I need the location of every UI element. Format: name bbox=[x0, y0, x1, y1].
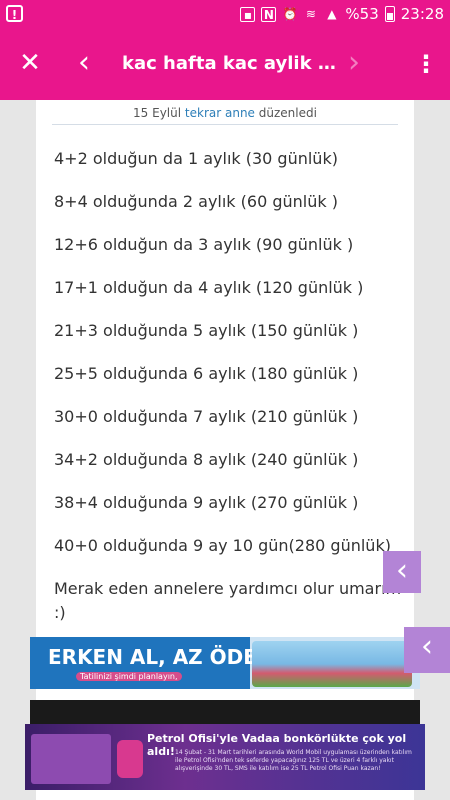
edit-action: düzenledi bbox=[258, 106, 317, 120]
close-icon[interactable]: ✕ bbox=[16, 49, 44, 77]
post-line: 17+1 olduğun da 4 aylık (120 günlük ) bbox=[54, 278, 364, 297]
app-toolbar: ✕ ‹ kac hafta kac aylik oluyo... › ⋮ bbox=[0, 30, 450, 100]
post-line: 25+5 olduğunda 6 aylık (180 günlük ) bbox=[54, 364, 359, 383]
wifi-icon: ≋ bbox=[305, 6, 316, 21]
post-line: 34+2 olduğunda 8 aylık (240 günlük ) bbox=[54, 450, 359, 469]
back-icon[interactable]: ‹ bbox=[78, 48, 100, 80]
divider bbox=[52, 124, 398, 125]
post-page[interactable]: 15 Eylül tekrar anne düzenledi 4+2 olduğ… bbox=[0, 100, 450, 800]
edit-user-link[interactable]: tekrar anne bbox=[185, 106, 255, 120]
forward-icon[interactable]: › bbox=[348, 48, 370, 80]
edit-note: 15 Eylül tekrar anne düzenledi bbox=[36, 106, 414, 120]
ad-fine-print: 14 Şubat - 31 Mart tarihleri arasında Wo… bbox=[175, 749, 412, 772]
status-icons: ▪ N ⏰ ≋ ▲ %53 23:28 bbox=[240, 5, 444, 23]
post-card: 15 Eylül tekrar anne düzenledi 4+2 olduğ… bbox=[36, 100, 414, 800]
closing-smiley: :) bbox=[54, 603, 66, 622]
gas-station-image bbox=[31, 734, 111, 784]
alarm-icon: ⏰ bbox=[282, 6, 298, 21]
post-line: 8+4 olduğunda 2 aylık (60 günlük ) bbox=[54, 192, 338, 211]
post-line: 4+2 olduğun da 1 aylık (30 günlük) bbox=[54, 149, 338, 168]
post-line: 38+4 olduğunda 9 aylık (270 günlük ) bbox=[54, 493, 359, 512]
post-line: 21+3 olduğunda 5 aylık (150 günlük ) bbox=[54, 321, 359, 340]
post-line: 12+6 olduğun da 3 aylık (90 günlük ) bbox=[54, 235, 354, 254]
status-bar: ! ▪ N ⏰ ≋ ▲ %53 23:28 bbox=[0, 0, 450, 30]
banner-headline: ERKEN AL, AZ ÖDE! bbox=[48, 645, 267, 669]
side-panel-tab-secondary[interactable]: ‹ bbox=[404, 627, 450, 673]
signal-icon: ▲ bbox=[327, 6, 337, 21]
clock: 23:28 bbox=[400, 5, 444, 23]
post-line: 40+0 olduğunda 9 ay 10 gün(280 günlük) bbox=[54, 536, 391, 555]
nfc-icon: N bbox=[261, 6, 277, 22]
battery-icon bbox=[384, 6, 395, 22]
battery-percent: %53 bbox=[345, 5, 379, 23]
banner-subtext: Tatilinizi şimdi planlayın, bbox=[76, 672, 182, 681]
app-logo-icon bbox=[117, 740, 143, 778]
sim-icon: ▪ bbox=[240, 6, 256, 22]
page-title: kac hafta kac aylik oluyo... bbox=[122, 53, 342, 74]
ad-banner-tour[interactable]: ERKEN AL, AZ ÖDE! Tatilinizi şimdi planl… bbox=[30, 637, 420, 689]
more-options-icon[interactable]: ⋮ bbox=[414, 50, 438, 80]
edit-date: 15 Eylül bbox=[133, 106, 182, 120]
notification-icon: ! bbox=[6, 5, 23, 22]
banner-photo bbox=[252, 641, 412, 687]
post-line: 30+0 olduğunda 7 aylık (210 günlük ) bbox=[54, 407, 359, 426]
side-panel-tab[interactable]: ‹ bbox=[383, 551, 421, 593]
ad-banner-petrol[interactable]: Petrol Ofisi'yle Vadaa bonkörlükte çok y… bbox=[25, 724, 425, 790]
navigation-overlay bbox=[30, 700, 420, 724]
closing-line: Merak eden annelere yardımcı olur umarım bbox=[54, 579, 402, 598]
